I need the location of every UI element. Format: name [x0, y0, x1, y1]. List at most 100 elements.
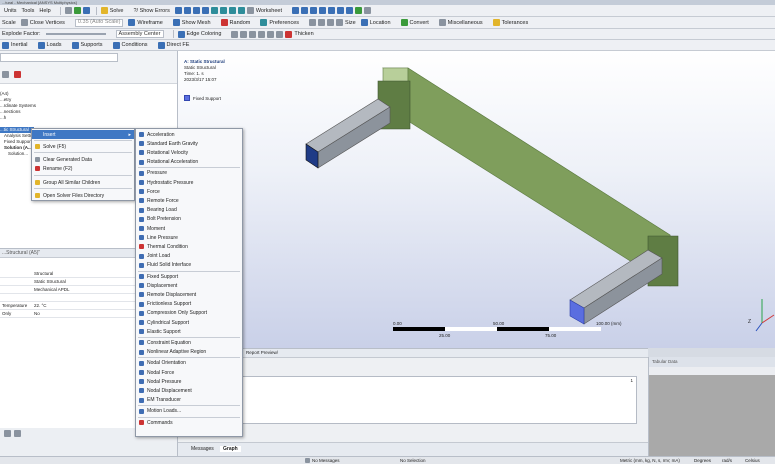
menu-rename[interactable]: Rename (F2) — [32, 164, 134, 173]
edge-style-6-icon[interactable] — [276, 30, 284, 38]
update-icon[interactable] — [73, 7, 81, 14]
layout-icon[interactable] — [364, 7, 372, 14]
details-pin-icon[interactable] — [4, 430, 11, 437]
tab-report-preview[interactable]: Report Preview/ — [246, 349, 278, 357]
miscellaneous-button[interactable]: Miscellaneous — [438, 19, 488, 26]
submenu-moment[interactable]: Moment — [136, 224, 242, 233]
submenu-nodal-force[interactable]: Nodal Force — [136, 368, 242, 377]
rotate-icon[interactable] — [228, 7, 236, 14]
auto-scale-select[interactable]: 0.35 (Auto Scale) — [74, 18, 124, 27]
tabular-data-grid[interactable] — [649, 375, 775, 456]
submenu-rotational-acceleration[interactable]: Rotational Acceleration — [136, 158, 242, 167]
status-rads[interactable]: rad/s — [722, 457, 732, 464]
ruler-icon[interactable] — [327, 19, 334, 26]
submenu-line-pressure[interactable]: Line Pressure — [136, 233, 242, 242]
explode-slider[interactable] — [45, 33, 106, 35]
expand-icon[interactable] — [2, 71, 9, 78]
status-units[interactable]: Metric (mm, kg, N, s, mV, mA) — [620, 457, 680, 464]
view-iso-icon[interactable] — [346, 7, 354, 14]
size-button[interactable]: Size — [345, 20, 356, 26]
tree-item-solution-information[interactable]: Solution... — [8, 151, 28, 157]
submenu-cylindrical-support[interactable]: Cylindrical Support — [136, 318, 242, 327]
select-point-icon[interactable] — [174, 7, 182, 14]
select-face-icon[interactable] — [192, 7, 200, 14]
submenu-nodal-orientation[interactable]: Nodal Orientation — [136, 359, 242, 368]
pin-icon[interactable] — [318, 19, 325, 26]
submenu-em-transducer[interactable]: EM Transducer — [136, 396, 242, 405]
submenu-nodal-pressure[interactable]: Nodal Pressure — [136, 377, 242, 386]
menu-tools[interactable]: Tools — [22, 8, 35, 14]
submenu-rotational-velocity[interactable]: Rotational Velocity — [136, 148, 242, 157]
direct-fe-button[interactable]: Direct FE — [157, 41, 195, 49]
menu-help[interactable]: Help — [39, 8, 50, 14]
edge-style-4-icon[interactable] — [258, 30, 266, 38]
location-button[interactable]: Location — [360, 19, 396, 26]
status-degrees[interactable]: Degrees — [694, 457, 711, 464]
submenu-bearing-load[interactable]: Bearing Load — [136, 206, 242, 215]
submenu-frictionless-support[interactable]: Frictionless Support — [136, 300, 242, 309]
submenu-bolt-pretension[interactable]: Bolt Pretension — [136, 215, 242, 224]
supports-button[interactable]: Supports — [71, 41, 108, 49]
view-front-icon[interactable] — [292, 7, 300, 14]
preferences-button[interactable]: Preferences — [260, 19, 304, 26]
menu-units[interactable]: Units — [4, 8, 17, 14]
edge-style-2-icon[interactable] — [240, 30, 248, 38]
view-right-icon[interactable] — [337, 7, 345, 14]
tab-messages[interactable]: Messages — [188, 446, 217, 452]
wireframe-button[interactable]: Wireframe — [128, 19, 167, 26]
edge-style-3-icon[interactable] — [249, 30, 257, 38]
model-geometry[interactable] — [178, 51, 775, 348]
solve-button[interactable]: Solve — [100, 7, 129, 14]
submenu-elastic-support[interactable]: Elastic Support — [136, 327, 242, 336]
pan-icon[interactable] — [219, 7, 227, 14]
submenu-constraint-equation[interactable]: Constraint Equation — [136, 338, 242, 347]
zoom-icon[interactable] — [210, 7, 218, 14]
inertial-button[interactable]: Inertial — [2, 41, 33, 49]
show-mesh-button[interactable]: Show Mesh — [172, 19, 216, 26]
select-edge-icon[interactable] — [183, 7, 191, 14]
submenu-commands[interactable]: Commands — [136, 418, 242, 427]
thicken-button[interactable]: Thicken — [285, 30, 318, 38]
conditions-button[interactable]: Conditions — [112, 41, 153, 49]
filter-icon[interactable] — [14, 71, 21, 78]
submenu-fixed-support[interactable]: Fixed Support — [136, 272, 242, 281]
status-messages[interactable]: No Messages — [305, 457, 340, 464]
menu-open-solver-files[interactable]: Open Solver Files Directory — [32, 191, 134, 200]
submenu-displacement[interactable]: Displacement — [136, 281, 242, 290]
submenu-remote-displacement[interactable]: Remote Displacement — [136, 290, 242, 299]
annotation-icon[interactable] — [355, 7, 363, 14]
details-sort-icon[interactable] — [14, 430, 21, 437]
view-back-icon[interactable] — [301, 7, 309, 14]
view-bottom-icon[interactable] — [319, 7, 327, 14]
close-vertices-button[interactable]: Close Vertices — [20, 19, 70, 26]
pointer-icon[interactable] — [336, 19, 343, 26]
submenu-fluid-solid-interface[interactable]: Fluid Solid Interface — [136, 261, 242, 270]
outline-search-input[interactable] — [0, 53, 118, 62]
submenu-nonlinear-adaptive-region[interactable]: Nonlinear Adaptive Region — [136, 348, 242, 357]
arrow-icon[interactable] — [309, 19, 316, 26]
edge-style-1-icon[interactable] — [231, 30, 239, 38]
submenu-acceleration[interactable]: Acceleration — [136, 130, 242, 139]
menu-solve[interactable]: Solve (F5) — [32, 142, 134, 151]
edge-coloring-button[interactable]: Edge Coloring — [177, 30, 227, 38]
new-icon[interactable] — [64, 7, 72, 14]
assembly-center-select[interactable]: Assembly Center — [115, 30, 164, 38]
submenu-pressure[interactable]: Pressure — [136, 169, 242, 178]
submenu-compression-only-support[interactable]: Compression Only Support — [136, 309, 242, 318]
menu-clear-generated-data[interactable]: Clear Generated Data — [32, 155, 134, 164]
save-icon[interactable] — [82, 7, 90, 14]
worksheet-button[interactable]: Worksheet — [246, 7, 287, 14]
fit-icon[interactable] — [237, 7, 245, 14]
tree-item-mesh[interactable]: ...h — [0, 115, 6, 121]
view-top-icon[interactable] — [310, 7, 318, 14]
menu-insert[interactable]: Insert ▸ — [32, 130, 134, 139]
submenu-thermal-condition[interactable]: Thermal Condition — [136, 242, 242, 251]
convert-button[interactable]: Convert — [400, 19, 434, 26]
loads-button[interactable]: Loads — [37, 41, 67, 49]
select-body-icon[interactable] — [201, 7, 209, 14]
status-celsius[interactable]: Celsius — [745, 457, 760, 464]
submenu-motion-loads[interactable]: Motion Loads... — [136, 407, 242, 416]
submenu-hydrostatic-pressure[interactable]: Hydrostatic Pressure — [136, 178, 242, 187]
tab-graph[interactable]: Graph — [220, 446, 241, 452]
show-errors-button[interactable]: ?/ Show Errors — [133, 8, 169, 14]
